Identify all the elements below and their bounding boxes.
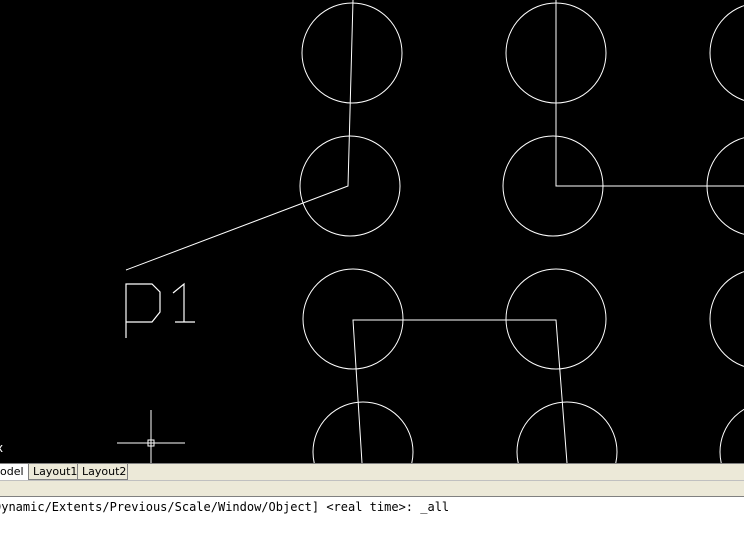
circle-r3-c1[interactable] <box>302 268 404 370</box>
circle-r1-c3[interactable] <box>709 3 744 103</box>
tab-bar-spacer <box>0 481 744 496</box>
ucs-axis-glyph: x <box>0 441 3 455</box>
model-space-viewport[interactable]: x p1 <box>0 0 744 463</box>
tab-layout1[interactable]: Layout1 <box>29 464 78 480</box>
circle-r4-c1[interactable] <box>312 401 414 463</box>
polyline-bottom[interactable] <box>352 319 568 463</box>
circle-r2-c1[interactable] <box>299 135 401 237</box>
tab-model[interactable]: odel <box>0 464 29 480</box>
drawing-canvas[interactable]: x <box>0 0 744 463</box>
crosshair-cursor <box>117 410 185 463</box>
circle-r4-c3[interactable] <box>719 402 744 463</box>
circle-r4-c2[interactable] <box>516 401 618 463</box>
tab-layout2[interactable]: Layout2 <box>78 464 128 480</box>
layout-tab-bar: odel Layout1 Layout2 <box>0 463 744 481</box>
command-line-window[interactable]: Dynamic/Extents/Previous/Scale/Window/Ob… <box>0 496 744 534</box>
circle-r3-c2[interactable] <box>505 268 607 370</box>
command-line-text: Dynamic/Extents/Previous/Scale/Window/Ob… <box>0 500 450 514</box>
circle-r3-c3[interactable] <box>709 269 744 369</box>
p1-label-glyph <box>125 282 195 338</box>
leader-line-p1[interactable] <box>125 0 354 271</box>
